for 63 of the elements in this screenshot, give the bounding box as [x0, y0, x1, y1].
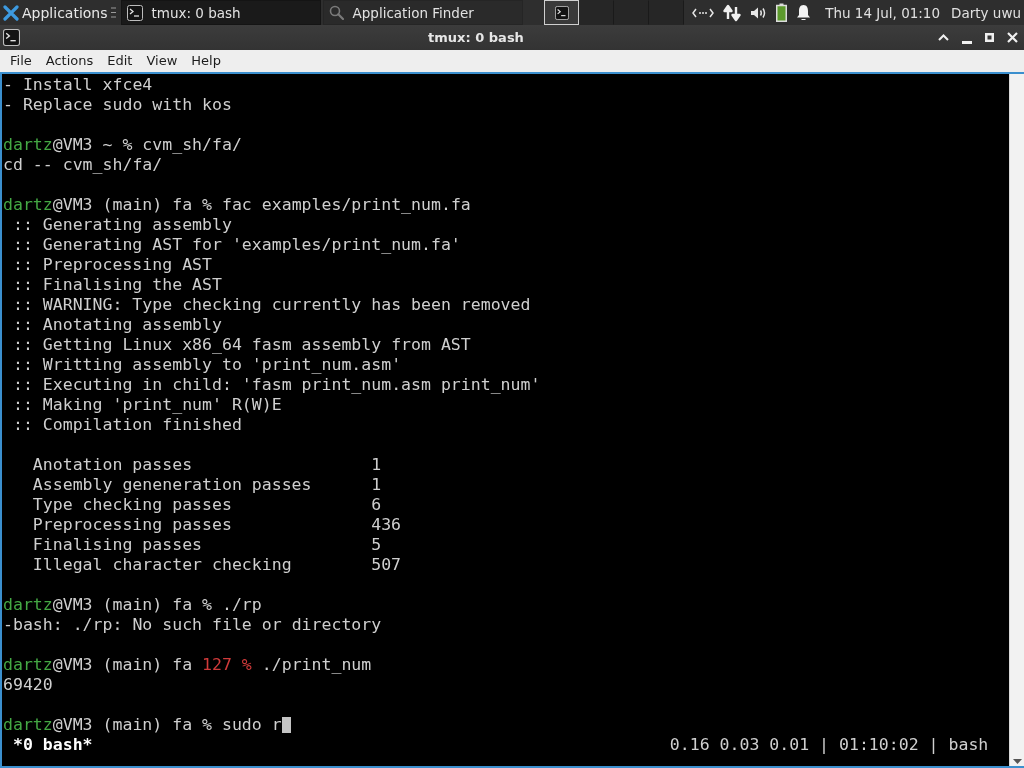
stat-label: Finalising passes	[32, 535, 203, 555]
tmux-window-label: *0 bash*	[12, 735, 93, 755]
output-line: cd -- cvm_sh/fa/	[3, 155, 163, 175]
clock[interactable]: Thu 14 Jul, 01:10	[825, 0, 941, 25]
taskbar-button[interactable]: Application Finder	[322, 0, 523, 25]
stat-label: Preprocessing passes	[32, 515, 232, 535]
menu-item[interactable]: View	[139, 50, 185, 72]
transfer-arrows-icon[interactable]	[723, 3, 742, 22]
log-line: :: Making 'print_num' R(W)E	[12, 395, 282, 415]
caret-down-icon	[1012, 759, 1022, 764]
caret-up-icon	[938, 34, 949, 41]
log-line: :: Anotating assembly	[12, 315, 222, 335]
log-line: :: Preprocessing AST	[12, 255, 212, 275]
output-line: - Install xfce4	[3, 75, 153, 95]
terminal-icon	[3, 29, 20, 46]
prompt-line: dartz@VM3 ~ % cvm_sh/fa/	[3, 135, 242, 155]
battery-icon[interactable]	[776, 3, 788, 22]
stat-value: 5	[371, 535, 382, 555]
prompt-line: dartz@VM3 (main) fa % ./rp	[3, 595, 262, 615]
taskbar-button[interactable]: tmux: 0 bash	[120, 0, 321, 25]
stat-value: 1	[371, 455, 382, 475]
stat-value: 436	[371, 515, 402, 535]
applications-menu-button[interactable]: Applications	[0, 0, 108, 25]
bell-icon[interactable]	[796, 4, 812, 21]
stat-label: Type checking passes	[32, 495, 232, 515]
window-title: tmux: 0 bash	[427, 30, 525, 45]
log-line: :: Getting Linux x86_64 fasm assembly from AST	[12, 335, 471, 355]
menu-item[interactable]: File	[3, 50, 39, 72]
prompt-line: dartz@VM3 (main) fa % sudo r	[3, 715, 282, 735]
output-line: - Replace sudo with kos	[3, 95, 232, 115]
stat-value: 6	[371, 495, 382, 515]
prompt-line: dartz@VM3 (main) fa 127 % ./print_num	[3, 655, 372, 675]
log-line: :: Generating assembly	[12, 215, 232, 235]
scrollbar[interactable]	[1009, 74, 1024, 766]
prompt-line: dartz@VM3 (main) fa % fac examples/print_num.fa	[3, 195, 471, 215]
log-line: :: Finalising the AST	[12, 275, 222, 295]
user-menu-button[interactable]: Darty uwu	[951, 0, 1024, 25]
menu-item[interactable]: Help	[184, 50, 228, 72]
search-icon	[328, 5, 344, 20]
log-line: :: Generating AST for 'examples/print_num.fa'	[12, 235, 461, 255]
terminal-icon	[126, 4, 143, 21]
handle-icon	[110, 7, 116, 18]
stat-label: Illegal character checking	[32, 555, 292, 575]
output-line: 69420	[3, 675, 53, 695]
stat-value: 1	[371, 475, 382, 495]
network-icon[interactable]	[692, 6, 715, 19]
close-icon	[1007, 32, 1018, 43]
stat-label: Anotation passes	[32, 455, 193, 475]
menu-item[interactable]: Actions	[38, 50, 101, 72]
terminal-icon	[554, 5, 569, 20]
maximize-icon	[985, 33, 994, 42]
volume-icon[interactable]	[750, 5, 768, 20]
log-line: :: Compilation finished	[12, 415, 242, 435]
tmux-status-info: 0.16 0.03 0.01 | 01:10:02 | bash	[669, 735, 989, 755]
output-line: -bash: ./rp: No such file or directory	[3, 615, 382, 635]
minimize-icon	[961, 40, 972, 44]
logo-icon	[3, 4, 19, 21]
menu-item[interactable]: Edit	[100, 50, 140, 72]
stat-label: Assembly geneneration passes	[32, 475, 312, 495]
log-line: :: Executing in child: 'fasm print_num.asm print_num'	[12, 375, 541, 395]
log-line: :: WARNING: Type checking currently has been removed	[12, 295, 531, 315]
stat-value: 507	[371, 555, 402, 575]
log-line: :: Writting assembly to 'print_num.asm'	[12, 355, 402, 375]
